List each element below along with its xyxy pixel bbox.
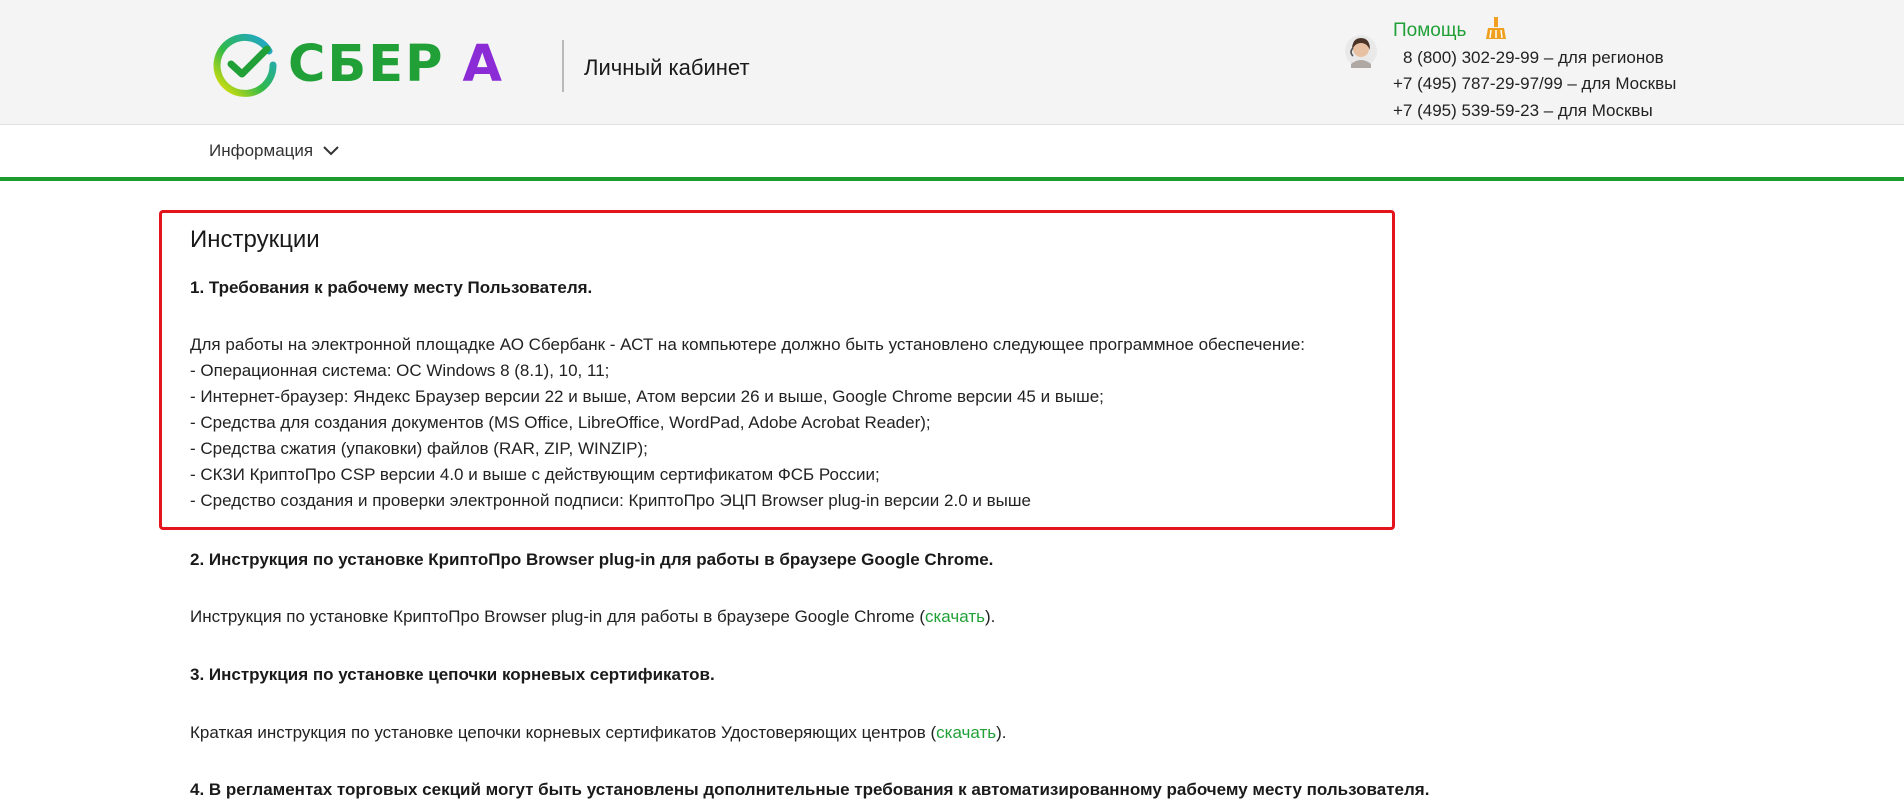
broom-icon[interactable]: [1485, 16, 1507, 40]
section-3-text-before: Краткая инструкция по установке цепочки …: [190, 723, 937, 742]
site-header: СБЕР А Личный кабинет Помощь 8 (800) 302…: [0, 0, 1904, 125]
nav-info-menu[interactable]: Информация: [209, 141, 339, 161]
nav-bar: Информация: [0, 125, 1904, 181]
section-2-text-after: ).: [984, 607, 996, 626]
section-3-text-after: ).: [996, 723, 1007, 742]
section-4-heading: 4. В регламентах торговых секций могут б…: [190, 780, 1430, 799]
section-2-text-before: Инструкция по установке КриптоПро Browse…: [190, 607, 925, 626]
page-title: Инструкции: [190, 226, 320, 253]
section-3-download-link[interactable]: скачать: [936, 723, 996, 742]
phone-moscow-1: +7 (495) 787-29-97/99 – для Москвы: [1393, 74, 1677, 93]
requirement-archivers: - Средства сжатия (упаковки) файлов (RAR…: [190, 439, 648, 458]
requirement-browser: - Интернет-браузер: Яндекс Браузер верси…: [190, 387, 1104, 406]
section-2-download-link[interactable]: скачать: [925, 607, 985, 626]
requirement-documents: - Средства для создания документов (MS O…: [190, 413, 931, 432]
section-1-heading: 1. Требования к рабочему месту Пользоват…: [190, 278, 593, 297]
phone-moscow-2: +7 (495) 539-59-23 – для Москвы: [1393, 101, 1653, 120]
header-divider: [562, 40, 564, 92]
logo-text: СБЕР: [288, 35, 445, 94]
section-3-text: Краткая инструкция по установке цепочки …: [190, 723, 1007, 743]
section-3-heading: 3. Инструкция по установке цепочки корне…: [190, 665, 715, 684]
help-link[interactable]: Помощь: [1393, 20, 1466, 42]
chevron-down-icon: [323, 146, 339, 156]
logo-suffix: А: [462, 35, 503, 94]
section-2-heading: 2. Инструкция по установке КриптоПро Bro…: [190, 550, 994, 569]
section-1-intro: Для работы на электронной площадке АО Сб…: [190, 335, 1305, 354]
phone-regions: 8 (800) 302-29-99 – для регионов: [1403, 48, 1664, 67]
cabinet-title: Личный кабинет: [584, 55, 750, 80]
sber-logo-icon: [213, 33, 277, 97]
nav-info-label: Информация: [209, 141, 314, 160]
sber-logo[interactable]: СБЕР А: [213, 33, 502, 97]
support-avatar-icon: [1345, 35, 1377, 68]
requirement-os: - Операционная система: ОС Windows 8 (8.…: [190, 361, 610, 380]
section-2-text: Инструкция по установке КриптоПро Browse…: [190, 607, 995, 627]
requirement-signature: - Средство создания и проверки электронн…: [190, 491, 1031, 510]
requirement-cryptopro: - СКЗИ КриптоПро CSP версии 4.0 и выше с…: [190, 465, 880, 484]
